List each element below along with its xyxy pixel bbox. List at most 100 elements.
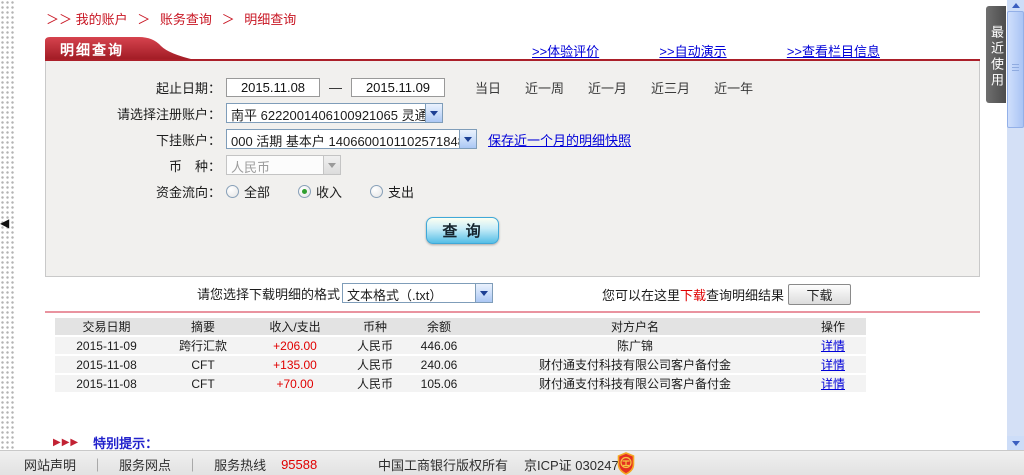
breadcrumb-item-detail-query[interactable]: 明细查询 <box>244 12 296 27</box>
copyright: 中国工商银行版权所有 <box>378 458 508 473</box>
chevron-down-icon <box>328 163 336 168</box>
footer-link-site-statement[interactable]: 网站声明 <box>24 455 76 474</box>
collapse-panel-arrow-icon[interactable]: ◀ <box>0 215 13 231</box>
cell-amount: +206.00 <box>248 337 342 354</box>
footer-bar: 网站声明 ｜ 服务网点 ｜ 服务热线 95588 中国工商银行版权所有京ICP证… <box>0 450 1024 475</box>
col-header-summary: 摘要 <box>158 318 248 335</box>
cell-amount: +70.00 <box>248 375 342 392</box>
cell-summary: 跨行汇款 <box>158 337 248 354</box>
date-to-input[interactable] <box>351 78 445 97</box>
cell-balance: 446.06 <box>408 337 470 354</box>
quick-range-month[interactable]: 近一月 <box>588 78 627 97</box>
breadcrumb-item-account-query[interactable]: 账务查询 <box>160 12 212 27</box>
sub-account-select[interactable]: 000 活期 基本户 1406600101102571848 <box>226 129 477 149</box>
radio-option-income[interactable]: 收入 <box>298 182 342 201</box>
sub-account-label: 下挂账户： <box>46 130 226 149</box>
footer-separator: ｜ <box>91 455 104 474</box>
register-account-label: 请选择注册账户： <box>46 104 226 123</box>
detail-link[interactable]: 详情 <box>821 377 845 391</box>
radio-label-income: 收入 <box>316 182 342 201</box>
table-row: 2015-11-08 CFT +70.00 人民币 105.06 财付通支付科技… <box>55 375 866 392</box>
hotline-label: 服务热线 <box>214 455 266 474</box>
col-header-counterparty: 对方户名 <box>470 318 800 335</box>
cell-summary: CFT <box>158 375 248 392</box>
radio-checked-icon[interactable] <box>298 185 311 198</box>
cell-amount: +135.00 <box>248 356 342 373</box>
cell-balance: 240.06 <box>408 356 470 373</box>
currency-select-disabled: 人民币 <box>226 155 341 175</box>
cell-date: 2015-11-08 <box>55 375 158 392</box>
detail-link[interactable]: 详情 <box>821 339 845 353</box>
date-range-row: 起止日期： — 当日 近一周 近一月 近三月 近一年 <box>46 77 979 97</box>
quick-range-quarter[interactable]: 近三月 <box>651 78 690 97</box>
cell-date: 2015-11-08 <box>55 356 158 373</box>
vertical-scrollbar[interactable] <box>1007 0 1024 451</box>
radio-option-expense[interactable]: 支出 <box>370 182 414 201</box>
link-view-column-info[interactable]: >>查看栏目信息 <box>787 41 880 60</box>
cell-balance: 105.06 <box>408 375 470 392</box>
fund-flow-row: 资金流向： 全部 收入 支出 <box>46 181 979 201</box>
radio-icon[interactable] <box>226 185 239 198</box>
currency-label: 币 种： <box>46 156 226 175</box>
quick-range-week[interactable]: 近一周 <box>525 78 564 97</box>
scroll-up-button[interactable] <box>1007 0 1024 11</box>
col-header-date: 交易日期 <box>55 318 158 335</box>
dropdown-button[interactable] <box>459 130 476 148</box>
copyright-text: 中国工商银行版权所有 京ICP证 030247号 <box>378 455 632 474</box>
register-account-row: 请选择注册账户： 南平 6222001406100921065 灵通卡 <box>46 103 979 123</box>
radio-label-expense: 支出 <box>388 182 414 201</box>
dropdown-button[interactable] <box>425 104 442 122</box>
cell-counterparty: 陈广锦 <box>470 337 800 354</box>
currency-row: 币 种： 人民币 <box>46 155 979 175</box>
download-format-select[interactable]: 文本格式（.txt） <box>342 283 493 303</box>
breadcrumb-separator: ＞ <box>137 12 150 27</box>
sub-account-row: 下挂账户： 000 活期 基本户 1406600101102571848 保存近… <box>46 129 979 149</box>
link-experience-rating[interactable]: >>体验评价 <box>532 41 599 60</box>
chevron-down-icon <box>1012 441 1020 446</box>
quick-range-today[interactable]: 当日 <box>475 78 501 97</box>
dropdown-button[interactable] <box>475 284 492 302</box>
download-format-label: 请您选择下载明细的格式 <box>197 284 340 303</box>
icbc-detail-query-page: ◀ ＞＞ 我的账户 ＞ 账务查询 ＞ 明细查询 >>体验评价 >>自动演示 >>… <box>0 0 1024 475</box>
fund-flow-radio-group: 全部 收入 支出 <box>226 182 414 201</box>
radio-icon[interactable] <box>370 185 383 198</box>
detail-link[interactable]: 详情 <box>821 358 845 372</box>
table-top-divider <box>45 311 980 313</box>
currency-value: 人民币 <box>227 156 323 174</box>
radio-option-all[interactable]: 全部 <box>226 182 270 201</box>
link-auto-demo[interactable]: >>自动演示 <box>659 41 726 60</box>
download-hint-pre: 您可以在这里 <box>602 285 680 304</box>
footer-separator: ｜ <box>186 455 199 474</box>
col-header-action: 操作 <box>800 318 866 335</box>
quick-range-year[interactable]: 近一年 <box>714 78 753 97</box>
cell-counterparty: 财付通支付科技有限公司客户备付金 <box>470 356 800 373</box>
recently-used-tab[interactable]: 最近使用 <box>986 6 1006 103</box>
section-title: 明细查询 <box>60 40 124 60</box>
breadcrumb-item-my-account[interactable]: 我的账户 <box>76 12 128 27</box>
cell-currency: 人民币 <box>342 337 408 354</box>
fund-flow-label: 资金流向： <box>46 182 226 201</box>
scrollbar-thumb[interactable] <box>1007 11 1024 128</box>
save-snapshot-link[interactable]: 保存近一个月的明细快照 <box>488 130 631 149</box>
section-tab-detail-query: 明细查询 <box>45 37 195 60</box>
top-utility-links: >>体验评价 >>自动演示 >>查看栏目信息 <box>532 41 880 60</box>
cell-counterparty: 财付通支付科技有限公司客户备付金 <box>470 375 800 392</box>
chevron-down-icon <box>480 291 488 296</box>
download-format-value: 文本格式（.txt） <box>343 284 475 302</box>
table-header-row: 交易日期 摘要 收入/支出 币种 余额 对方户名 操作 <box>55 318 866 335</box>
cell-summary: CFT <box>158 356 248 373</box>
query-button[interactable]: 查 询 <box>426 217 499 244</box>
footer-link-service-outlets[interactable]: 服务网点 <box>119 455 171 474</box>
chevron-up-icon <box>1012 3 1020 8</box>
quick-date-links: 当日 近一周 近一月 近三月 近一年 <box>475 78 753 97</box>
transaction-detail-table: 交易日期 摘要 收入/支出 币种 余额 对方户名 操作 2015-11-09 跨… <box>55 316 866 394</box>
date-from-input[interactable] <box>226 78 320 97</box>
scroll-down-button[interactable] <box>1007 436 1024 451</box>
icp-license: 京ICP证 030247号 <box>524 458 632 473</box>
register-account-value: 南平 6222001406100921065 灵通卡 <box>227 104 425 122</box>
breadcrumb-separator: ＞ <box>222 12 235 27</box>
download-button[interactable]: 下载 <box>788 284 851 305</box>
col-header-currency: 币种 <box>342 318 408 335</box>
register-account-select[interactable]: 南平 6222001406100921065 灵通卡 <box>226 103 443 123</box>
radio-label-all: 全部 <box>244 182 270 201</box>
